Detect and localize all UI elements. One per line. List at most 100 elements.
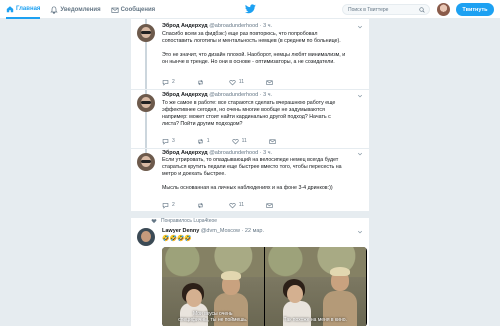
tweet-header: Эброд Андерхуд @abroadunderhood · 3 ч.	[162, 150, 272, 156]
tweet-line: эффективнее сегодня, но очень многие воо…	[162, 107, 325, 113]
retweet-count: 1	[206, 138, 210, 144]
tweet-media[interactable]: Мои вкусы очень специфичны, ты не поймеш…	[162, 247, 367, 326]
retweet-button[interactable]	[197, 202, 207, 209]
retweet-icon	[198, 79, 203, 85]
home-icon	[6, 5, 14, 12]
nav-notifications-label: Уведомления	[60, 6, 101, 13]
like-count: 11	[241, 138, 247, 144]
tweet-header: Эброд Андерхуд @abroadunderhood · 3 ч.	[162, 23, 272, 29]
reply-button[interactable]: 2	[162, 79, 175, 86]
media-frame[interactable]: Мои вкусы очень специфичны, ты не поймеш…	[162, 247, 264, 326]
search-icon	[419, 7, 425, 13]
tweet[interactable]: Lawyer Denny @dvm_Moscow · 22 мар. 🤣🤣🤣🤣 …	[131, 226, 369, 326]
tweet[interactable]: Эброд Андерхуд @abroadunderhood · 3 ч. Т…	[131, 90, 369, 148]
reply-count: 3	[172, 138, 175, 144]
reply-icon	[162, 138, 169, 145]
search-placeholder: Поиск в Твиттере	[348, 6, 389, 13]
profile-avatar-button[interactable]	[437, 3, 450, 16]
reply-button[interactable]: 3	[162, 138, 175, 145]
subtitle: Так похоже на меня в кино.	[265, 317, 367, 323]
nav-messages[interactable]: Сообщения	[111, 0, 156, 19]
envelope-icon	[266, 79, 273, 85]
like-button[interactable]: 11	[229, 79, 244, 86]
heart-icon	[151, 219, 157, 224]
author-handle: @abroadunderhood · 3 ч.	[209, 150, 273, 156]
reply-count: 2	[172, 79, 175, 85]
nav-home[interactable]: Главная	[6, 0, 41, 19]
tweet-line: метро и доехать быстрее.	[162, 171, 226, 177]
like-count: 11	[238, 79, 244, 85]
nav-home-label: Главная	[16, 5, 41, 12]
author-name[interactable]: Эброд Андерхуд	[162, 150, 208, 156]
tweet-line: Это не значит, что дизайн плохой. Наобор…	[162, 52, 346, 58]
avatar[interactable]	[137, 24, 155, 42]
tweet-text: 🤣🤣🤣🤣	[162, 236, 192, 242]
tweet-line: То же самое в работе: все стараются сдел…	[162, 100, 336, 106]
reply-icon	[162, 79, 169, 86]
avatar[interactable]	[137, 228, 155, 246]
tweet-line: листа? Пойти другим подходом?	[162, 121, 243, 127]
dm-share-button[interactable]	[266, 79, 276, 86]
reply-count: 2	[172, 202, 175, 208]
liked-context[interactable]: Понравилось Lupa4teoe	[151, 218, 217, 224]
media-frame[interactable]: Так похоже на меня в кино.	[264, 247, 367, 326]
envelope-icon	[269, 138, 276, 144]
author-name[interactable]: Эброд Андерхуд	[162, 23, 208, 29]
nav-messages-label: Сообщения	[120, 6, 156, 13]
avatar[interactable]	[137, 94, 155, 112]
twitter-bird-icon[interactable]	[245, 4, 256, 14]
tweet-line: например: может стоит найти кардинально …	[162, 114, 331, 120]
tweet-header: Lawyer Denny @dvm_Moscow · 22 мар.	[162, 228, 264, 234]
author-name[interactable]: Эброд Андерхуд	[162, 92, 208, 98]
retweet-button[interactable]	[197, 79, 207, 86]
subtitle-line: Так похоже на меня в кино.	[283, 317, 347, 323]
tweet-line: сопоставить логотипы и ментальность немц…	[162, 38, 341, 44]
subtitle-line: специфичны, ты не поймешь.	[178, 317, 248, 323]
tweet-actions: 3 1 11	[162, 137, 312, 145]
tweet-actions: 2 11	[162, 201, 312, 209]
bell-icon	[50, 5, 59, 14]
heart-icon	[229, 79, 236, 85]
search-input[interactable]: Поиск в Твиттере	[342, 4, 430, 15]
reply-button[interactable]: 2	[162, 202, 175, 209]
tweet-line: Если утрировать, то опаздывающий на вело…	[162, 157, 339, 163]
chevron-down-icon[interactable]	[357, 229, 363, 235]
primary-nav: Главная Уведомления Сообщения	[6, 0, 165, 19]
tweet-line: он нынче в тренде. Но они в основе - опт…	[162, 59, 335, 65]
nav-notifications[interactable]: Уведомления	[50, 0, 101, 19]
retweet-icon	[198, 202, 203, 208]
dm-share-button[interactable]	[269, 138, 279, 145]
envelope-icon	[266, 202, 273, 208]
retweet-button[interactable]: 1	[197, 138, 210, 145]
heart-icon	[231, 138, 239, 144]
tweet-line: Мысль основанная на личных наблюдениях и…	[162, 185, 333, 191]
top-navigation-bar: Главная Уведомления Сообщения Поиск в Тв…	[0, 0, 500, 19]
tweet-text: То же самое в работе: все стараются сдел…	[162, 100, 364, 128]
tweet-text: Если утрировать, то опаздывающий на вело…	[162, 157, 364, 192]
tweet-header: Эброд Андерхуд @abroadunderhood · 3 ч.	[162, 92, 272, 98]
tweet-actions: 2 11	[162, 78, 312, 86]
timeline-column: Эброд Андерхуд @abroadunderhood · 3 ч. С…	[130, 19, 370, 326]
avatar[interactable]	[137, 153, 155, 171]
envelope-icon	[111, 7, 119, 13]
author-name[interactable]: Lawyer Denny	[162, 228, 199, 234]
dm-share-button[interactable]	[266, 202, 276, 209]
like-button[interactable]: 11	[231, 138, 247, 145]
like-count: 11	[238, 202, 244, 208]
tweet-line: Спасибо всем за фидбэк:) еще раз повторю…	[162, 31, 318, 37]
tweet[interactable]: Эброд Андерхуд @abroadunderhood · 3 ч. Е…	[131, 149, 369, 211]
author-handle: @abroadunderhood · 3 ч.	[209, 23, 273, 29]
chevron-down-icon[interactable]	[357, 93, 363, 99]
like-button[interactable]: 11	[229, 202, 244, 209]
reply-icon	[162, 202, 169, 209]
chevron-down-icon[interactable]	[357, 24, 363, 30]
heart-icon	[229, 202, 236, 208]
tweet-button[interactable]: Твитнуть	[456, 3, 494, 16]
retweet-icon	[198, 138, 203, 144]
tweet-line: стараться крутить педали еще быстрее вме…	[162, 164, 342, 170]
section-gap	[131, 211, 369, 218]
author-handle: @abroadunderhood · 3 ч.	[209, 92, 273, 98]
tweet[interactable]: Эброд Андерхуд @abroadunderhood · 3 ч. С…	[131, 19, 369, 87]
tweet-text: Спасибо всем за фидбэк:) еще раз повторю…	[162, 31, 364, 66]
author-handle: @dvm_Moscow · 22 мар.	[200, 228, 264, 234]
